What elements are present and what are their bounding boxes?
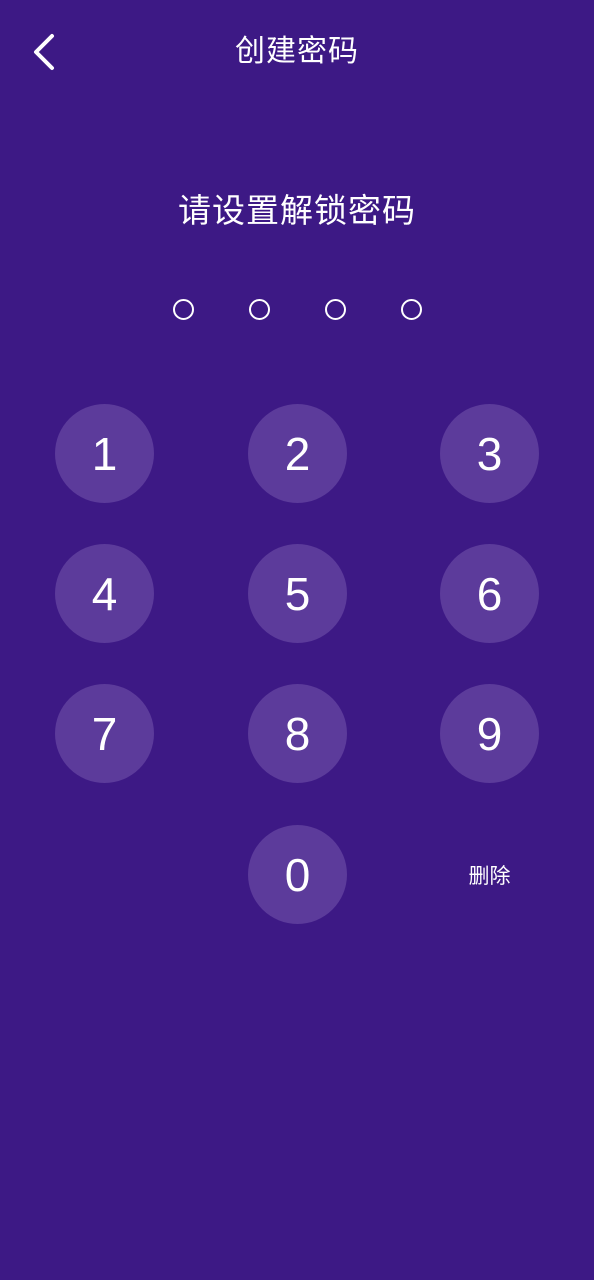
header: 创建密码 bbox=[0, 0, 594, 104]
pin-dot-2 bbox=[248, 299, 270, 320]
key-3[interactable]: 3 bbox=[440, 404, 539, 503]
page-title: 创建密码 bbox=[235, 34, 359, 69]
key-8[interactable]: 8 bbox=[248, 684, 347, 783]
key-1[interactable]: 1 bbox=[55, 404, 154, 503]
create-password-screen: 创建密码 请设置解锁密码 1 2 3 4 5 6 7 8 9 0 删除 bbox=[0, 0, 594, 1280]
key-5[interactable]: 5 bbox=[248, 544, 347, 643]
key-6[interactable]: 6 bbox=[440, 544, 539, 643]
key-9[interactable]: 9 bbox=[440, 684, 539, 783]
key-2[interactable]: 2 bbox=[248, 404, 347, 503]
pin-indicator bbox=[0, 299, 594, 320]
pin-dot-1 bbox=[172, 299, 194, 320]
key-4[interactable]: 4 bbox=[55, 544, 154, 643]
set-password-prompt: 请设置解锁密码 bbox=[178, 191, 416, 230]
key-7[interactable]: 7 bbox=[55, 684, 154, 783]
pin-dot-4 bbox=[400, 299, 422, 320]
delete-button[interactable]: 删除 bbox=[440, 825, 539, 924]
pin-dot-3 bbox=[324, 299, 346, 320]
key-0[interactable]: 0 bbox=[248, 825, 347, 924]
